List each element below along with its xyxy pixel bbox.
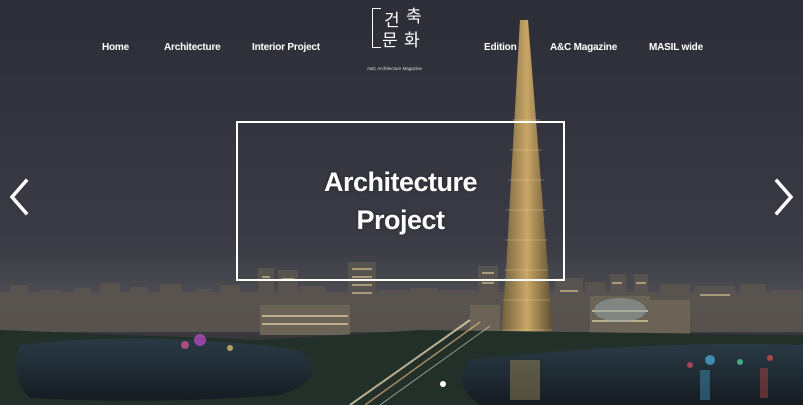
hero-banner: Home Architecture Interior Project 건 축 문… <box>0 0 803 405</box>
nav-home[interactable]: Home <box>102 42 129 53</box>
nav-ac-magazine[interactable]: A&C Magazine <box>550 42 617 53</box>
slider-prev-button[interactable] <box>8 178 30 216</box>
site-logo[interactable]: 건 축 문 화 A&C Architecture Magazine <box>364 6 438 72</box>
nav-masil-wide[interactable]: MASIL wide <box>649 42 703 53</box>
main-navigation: Home Architecture Interior Project 건 축 문… <box>0 0 803 100</box>
logo-char-4: 화 <box>404 31 420 51</box>
logo-char-3: 문 <box>382 31 398 51</box>
slider-dot-active[interactable] <box>440 381 446 387</box>
logo-tagline: A&C Architecture Magazine <box>367 66 423 71</box>
nav-architecture[interactable]: Architecture <box>164 42 221 53</box>
hero-title-frame: Architecture Project <box>236 121 565 281</box>
hero-title-line1: Architecture <box>323 167 478 197</box>
logo-bracket <box>372 8 381 48</box>
slider-next-button[interactable] <box>773 178 795 216</box>
nav-edition[interactable]: Edition <box>484 42 517 53</box>
chevron-right-icon <box>774 178 794 216</box>
hero-title-line2: Project <box>356 205 445 235</box>
nav-interior-project[interactable]: Interior Project <box>252 42 320 53</box>
logo-char-1: 건 <box>384 11 400 31</box>
logo-char-2: 축 <box>406 7 422 27</box>
chevron-left-icon <box>9 178 29 216</box>
